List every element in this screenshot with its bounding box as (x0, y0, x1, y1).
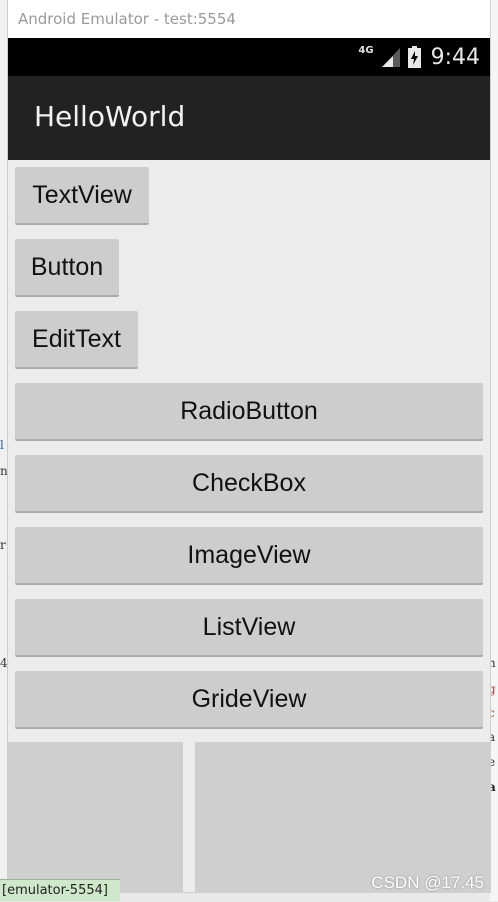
edittext-button[interactable]: EditText (15, 311, 138, 369)
background-fragment: 4 (0, 656, 8, 670)
signal-icon (381, 48, 400, 67)
textview-button[interactable]: TextView (15, 167, 149, 225)
background-fragment: l (0, 438, 4, 452)
network-type-label: 4G (358, 44, 374, 56)
action-bar: HelloWorld (8, 76, 490, 160)
taskbar-emulator-item[interactable]: [emulator-5554] (0, 879, 120, 901)
emulator-window: Android Emulator - test:5554 4G 9:44 Hel… (8, 0, 490, 892)
app-content: TextView Button EditText RadioButton Che… (8, 160, 490, 892)
status-bar: 4G 9:44 (8, 38, 490, 76)
checkbox-button[interactable]: CheckBox (15, 455, 483, 513)
radiobutton-button[interactable]: RadioButton (15, 383, 483, 441)
grideview-button[interactable]: GrideView (15, 671, 483, 729)
background-fragment: r (0, 538, 6, 552)
bottom-right-panel (195, 742, 490, 892)
window-titlebar[interactable]: Android Emulator - test:5554 (8, 0, 490, 38)
bottom-left-panel (8, 742, 183, 892)
watermark: CSDN @17.45 (371, 873, 484, 892)
status-clock: 9:44 (430, 44, 480, 70)
background-fragment: n (0, 464, 8, 478)
listview-button[interactable]: ListView (15, 599, 483, 657)
imageview-button[interactable]: ImageView (15, 527, 483, 585)
battery-charging-icon (407, 46, 421, 68)
button-button[interactable]: Button (15, 239, 119, 297)
app-title: HelloWorld (34, 100, 186, 133)
status-icons: 4G 9:44 (358, 38, 480, 76)
